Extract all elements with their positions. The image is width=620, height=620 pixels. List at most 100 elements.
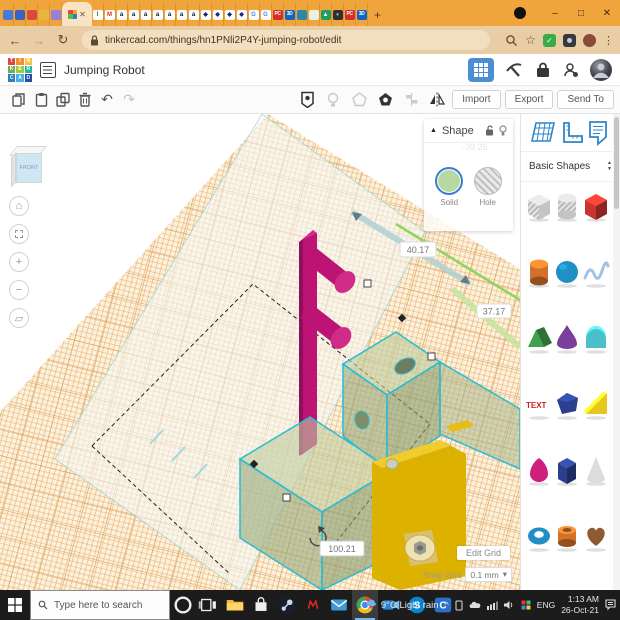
shape-box[interactable]	[582, 190, 610, 222]
url-omnibox[interactable]: tinkercad.com/things/hn1PNli2P4Y-jumping…	[82, 30, 490, 50]
close-button[interactable]: ✕	[594, 0, 620, 26]
input-indicator-icon[interactable]	[521, 600, 531, 610]
import-button[interactable]: Import	[452, 90, 500, 109]
maximize-button[interactable]: □	[568, 0, 594, 26]
browser-tab[interactable]: a	[116, 3, 128, 26]
mirror-icon[interactable]	[426, 90, 448, 110]
browser-tab[interactable]: G	[248, 3, 260, 26]
notification-center-icon[interactable]	[605, 599, 618, 611]
notes-tool-icon[interactable]	[588, 120, 608, 146]
shape-cylinder[interactable]	[525, 256, 553, 288]
perspective-toggle-button[interactable]: ▱	[9, 308, 29, 328]
shape-cone[interactable]	[582, 454, 610, 486]
minimize-button[interactable]: –	[542, 0, 568, 26]
pinned-tab[interactable]	[50, 3, 62, 26]
copy-icon[interactable]	[8, 90, 30, 110]
account-settings-icon[interactable]	[562, 61, 580, 79]
view-cube[interactable]: FRONT	[8, 144, 50, 190]
tinkercad-logo[interactable]: TINKERCAD	[8, 58, 32, 82]
zoom-page-icon[interactable]	[505, 34, 518, 47]
browser-tab[interactable]: ◆	[200, 3, 212, 26]
unlock-icon[interactable]	[485, 125, 494, 136]
shape-cylinder-hole[interactable]	[553, 190, 581, 222]
browser-tab[interactable]: ◆	[224, 3, 236, 26]
hole-option[interactable]: Hole	[474, 167, 502, 207]
back-icon[interactable]: ←	[6, 33, 24, 48]
weather-widget[interactable]: 9°C Light rain	[365, 599, 439, 611]
workplane-tool-icon[interactable]	[530, 121, 556, 145]
redo-icon[interactable]: ↷	[118, 90, 140, 110]
undo-icon[interactable]: ↶	[96, 90, 118, 110]
visibility-bulb-icon[interactable]	[499, 125, 507, 137]
browser-tab[interactable]: ◆	[236, 3, 248, 26]
language-indicator[interactable]: ENG	[537, 600, 555, 610]
browser-tab[interactable]	[308, 3, 320, 26]
taskbar-search-input[interactable]: Type here to search	[30, 590, 170, 620]
shape-tube[interactable]	[553, 520, 581, 552]
browser-tab[interactable]: a	[176, 3, 188, 26]
design-properties-icon[interactable]	[40, 62, 56, 78]
delete-icon[interactable]	[74, 90, 96, 110]
browser-menu-icon[interactable]: ⋮	[603, 34, 614, 47]
shape-hex-prism[interactable]	[553, 454, 581, 486]
browser-tab[interactable]: ●	[332, 3, 344, 26]
group-icon[interactable]	[348, 90, 370, 110]
duplicate-icon[interactable]	[52, 90, 74, 110]
solid-option[interactable]: Solid	[435, 167, 463, 207]
shape-scribble[interactable]	[582, 256, 610, 288]
shape-text[interactable]: TEXT	[525, 388, 553, 420]
shape-roof[interactable]	[525, 322, 553, 354]
zoom-out-button[interactable]: −	[9, 280, 29, 300]
shape-round-roof[interactable]	[582, 322, 610, 354]
browser-tab[interactable]: 3D	[284, 3, 296, 26]
browser-profile-icon[interactable]	[514, 7, 526, 19]
shape-category-select[interactable]: Basic Shapes ▲▼	[521, 152, 620, 182]
browser-tab[interactable]: PC	[272, 3, 284, 26]
active-tab-tinkercad[interactable]: ✕	[62, 2, 92, 26]
start-button[interactable]	[0, 590, 30, 620]
export-button[interactable]: Export	[505, 90, 554, 109]
fit-view-button[interactable]	[9, 224, 29, 244]
onedrive-icon[interactable]	[469, 601, 481, 609]
taskbar-app-steam[interactable]	[274, 590, 300, 620]
tinker-tools-icon[interactable]	[504, 60, 524, 80]
tab-close-icon[interactable]: ✕	[79, 10, 86, 19]
browser-tab[interactable]: I	[92, 3, 104, 26]
browser-tab[interactable]: M	[104, 3, 116, 26]
reload-icon[interactable]: ↻	[54, 32, 72, 48]
ungroup-icon[interactable]	[374, 90, 396, 110]
pinned-tab[interactable]	[26, 3, 38, 26]
extension-checker-icon[interactable]: ✓	[543, 34, 556, 47]
shape-egg[interactable]	[525, 454, 553, 486]
extension-adblock-icon[interactable]	[563, 34, 576, 47]
lights-icon[interactable]	[322, 90, 344, 110]
scrollbar-thumb[interactable]	[614, 117, 619, 209]
shape-wedge[interactable]	[582, 388, 610, 420]
user-avatar[interactable]	[590, 59, 612, 81]
browser-tab[interactable]: PC	[344, 3, 356, 26]
home-view-button[interactable]: ⌂	[9, 196, 29, 216]
taskbar-app-task-view[interactable]	[196, 590, 222, 620]
browser-tab[interactable]	[296, 3, 308, 26]
shop-bag-icon[interactable]	[534, 61, 552, 79]
dashboard-blocks-button[interactable]	[468, 58, 494, 82]
browser-tab[interactable]: 3D	[356, 3, 368, 26]
3d-viewport[interactable]: 40.17 37.17 100.21 -39.26 FRONT ⌂ + − ▱ …	[0, 114, 520, 590]
taskbar-app-store[interactable]	[248, 590, 274, 620]
volume-icon[interactable]	[504, 600, 515, 610]
shape-polygon[interactable]	[553, 388, 581, 420]
sidebar-scrollbar[interactable]	[613, 114, 620, 590]
shape-heart[interactable]	[582, 520, 610, 552]
collapse-icon[interactable]: ▲	[430, 127, 437, 134]
view-cube-front[interactable]: FRONT	[16, 153, 42, 183]
snap-grid-select[interactable]: 0.1 mm▾	[465, 567, 512, 582]
browser-tab[interactable]: a	[164, 3, 176, 26]
category-spinner-icon[interactable]: ▲▼	[607, 161, 612, 172]
shape-paraboloid[interactable]	[553, 322, 581, 354]
pinned-tab[interactable]	[14, 3, 26, 26]
pinned-tab[interactable]	[2, 3, 14, 26]
shape-sphere[interactable]	[553, 256, 581, 288]
zoom-in-button[interactable]: +	[9, 252, 29, 272]
network-icon[interactable]	[487, 601, 498, 610]
taskbar-app-explorer[interactable]	[222, 590, 248, 620]
